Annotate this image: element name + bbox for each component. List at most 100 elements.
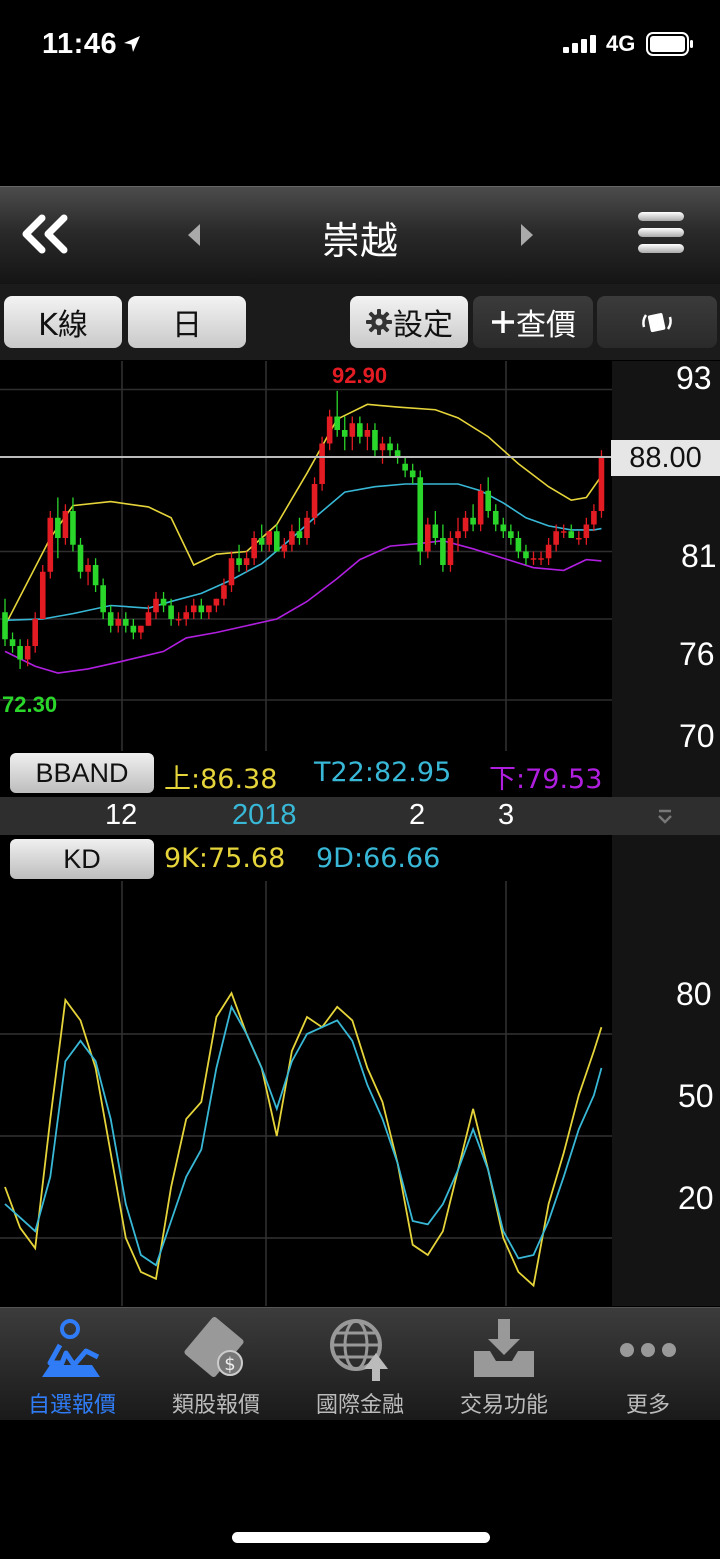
tab-label: 更多 [625, 1393, 670, 1418]
bband-lower-line [4, 539, 602, 674]
previous-stock-icon[interactable] [184, 222, 204, 248]
candle-body [213, 598, 220, 606]
candle-body [417, 477, 424, 552]
candle-body [296, 531, 303, 538]
candle-body [130, 625, 137, 633]
bollinger-bands [4, 403, 603, 674]
kd-tick: 20 [678, 1180, 714, 1216]
candle-body [591, 511, 597, 525]
candle-body [107, 612, 114, 626]
candle-body [266, 531, 273, 545]
candle-body [455, 531, 461, 538]
date-tick: 2 [409, 799, 426, 831]
candle-body [281, 544, 288, 552]
candle-body [568, 531, 575, 538]
current-price-tag: 88.00 [611, 440, 720, 476]
candle-body [153, 598, 159, 613]
candle-body [85, 565, 91, 572]
candle-body [17, 646, 23, 660]
tab-label: 類股報價 [171, 1393, 260, 1418]
bband-lower-value: 下:79.53 [489, 764, 603, 795]
price-tick: 93 [676, 360, 712, 396]
candle-body [560, 531, 567, 533]
candle-body [394, 450, 401, 457]
tab-sector-quotes[interactable]: $ 類股報價 [144, 1307, 288, 1419]
kd-k-line [4, 991, 603, 1288]
kd-tick: 50 [678, 1078, 714, 1114]
battery-icon [646, 32, 693, 56]
candle-body [138, 625, 144, 633]
candle-body [515, 538, 522, 552]
tab-label: 自選報價 [27, 1393, 116, 1418]
kd-tick: 80 [676, 976, 712, 1012]
settings-button[interactable]: 設定 [350, 296, 468, 348]
globe-icon [330, 1319, 388, 1381]
candle-body [319, 443, 325, 484]
status-time: 11:46 [42, 28, 118, 60]
tab-label: 交易功能 [459, 1393, 548, 1418]
network-label: 4G [606, 31, 636, 56]
candle-body [55, 517, 61, 538]
candle-body [62, 511, 69, 538]
candle-body [2, 612, 8, 640]
candle-body [32, 619, 38, 646]
candle-body [326, 416, 333, 444]
menu-icon[interactable] [638, 212, 684, 260]
kd-lines [4, 991, 603, 1288]
candle-body [274, 531, 280, 552]
candle-body [251, 538, 257, 559]
kd-indicator-button[interactable]: KD [10, 839, 154, 879]
bband-indicator-button[interactable]: BBAND [10, 753, 154, 793]
candle-body [500, 524, 507, 532]
price-tick: 76 [679, 636, 715, 672]
candle-body [598, 457, 605, 511]
candle-body [508, 531, 514, 538]
k-line-button[interactable]: K線 [4, 296, 122, 348]
candle-body [576, 538, 582, 540]
candle-body [115, 619, 122, 626]
rotate-device-icon [642, 313, 672, 333]
rotate-screen-button[interactable] [597, 296, 717, 348]
candlesticks [2, 390, 605, 669]
expand-down-icon[interactable] [656, 806, 674, 826]
candle-body [304, 517, 310, 538]
candle-body [402, 463, 408, 471]
period-button[interactable]: 日 [128, 296, 246, 348]
candle-body [123, 619, 129, 626]
date-tick: 3 [498, 799, 515, 831]
candle-body [160, 598, 167, 606]
candle-body [236, 558, 242, 565]
back-chevrons-icon[interactable] [22, 214, 72, 254]
signal-bars-icon [563, 35, 596, 53]
candle-body [553, 531, 559, 545]
more-dots-icon [620, 1343, 676, 1357]
candle-body [183, 612, 189, 619]
candle-body [145, 612, 152, 626]
page-title: 崇越 [321, 219, 398, 263]
lookup-price-button[interactable]: 查價 [473, 296, 593, 348]
candle-body [372, 430, 378, 451]
candle-body [198, 605, 205, 613]
candle-body [24, 646, 31, 660]
candle-body [492, 511, 499, 525]
candle-body [311, 484, 318, 518]
tab-trading[interactable]: 交易功能 [432, 1307, 576, 1419]
candle-body [409, 470, 416, 478]
candle-body [341, 430, 348, 437]
period-low-label: 72.30 [2, 692, 58, 717]
candle-body [289, 531, 295, 545]
home-indicator[interactable] [232, 1532, 490, 1543]
tab-label: 國際金融 [315, 1393, 404, 1418]
tab-international[interactable]: 國際金融 [288, 1307, 432, 1419]
location-arrow-icon [124, 36, 140, 52]
candle-body [47, 517, 54, 572]
candle-body [190, 605, 197, 613]
tab-watchlist[interactable]: 自選報價 [0, 1307, 144, 1419]
next-stock-icon[interactable] [517, 222, 537, 248]
tab-more[interactable]: 更多 [576, 1307, 720, 1419]
gear-icon [366, 309, 392, 335]
candle-body [440, 538, 446, 565]
candle-body [175, 619, 182, 621]
candle-body [545, 544, 552, 559]
candle-body [538, 558, 544, 560]
